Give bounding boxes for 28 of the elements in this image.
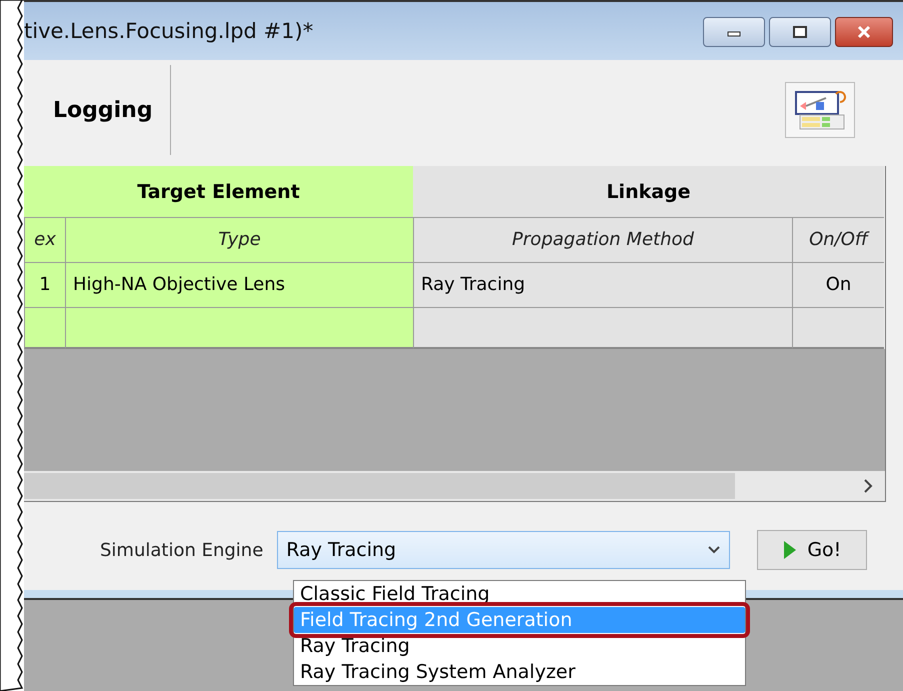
column-header: Type bbox=[65, 217, 413, 262]
restore-icon bbox=[792, 26, 808, 38]
group-header: Target Element bbox=[24, 166, 413, 217]
close-icon bbox=[856, 25, 872, 39]
column-header: Propagation Method bbox=[413, 217, 792, 262]
go-button[interactable]: Go! bbox=[757, 530, 868, 570]
window-title: tive.Lens.Focusing.lpd #1)* bbox=[24, 19, 314, 43]
minimize-button[interactable] bbox=[703, 17, 765, 47]
table-cell: On bbox=[792, 262, 884, 307]
play-icon bbox=[783, 540, 798, 560]
table-cell: 1 bbox=[24, 262, 65, 307]
logging-tab[interactable]: Logging bbox=[36, 60, 170, 160]
table-cell: Ray Tracing bbox=[413, 262, 792, 307]
restore-button[interactable] bbox=[769, 17, 831, 47]
dropdown-option[interactable]: Ray Tracing System Analyzer bbox=[294, 659, 745, 685]
chart-table-icon[interactable] bbox=[785, 82, 855, 138]
dropdown-option[interactable]: Ray Tracing bbox=[294, 633, 745, 659]
group-header: Linkage bbox=[413, 166, 884, 217]
table-cell: High-NA Objective Lens bbox=[65, 262, 413, 307]
column-header: On/Off bbox=[792, 217, 884, 262]
horizontal-scrollbar[interactable] bbox=[24, 471, 885, 501]
dropdown-option[interactable]: Classic Field Tracing bbox=[294, 581, 745, 607]
simulation-engine-dropdown[interactable]: Ray Tracing bbox=[277, 531, 730, 569]
close-button[interactable] bbox=[835, 17, 893, 47]
chevron-down-icon bbox=[707, 545, 722, 555]
simulation-engine-label: Simulation Engine bbox=[100, 540, 264, 560]
column-header: ex bbox=[24, 217, 65, 262]
scroll-right-icon[interactable] bbox=[863, 479, 873, 493]
